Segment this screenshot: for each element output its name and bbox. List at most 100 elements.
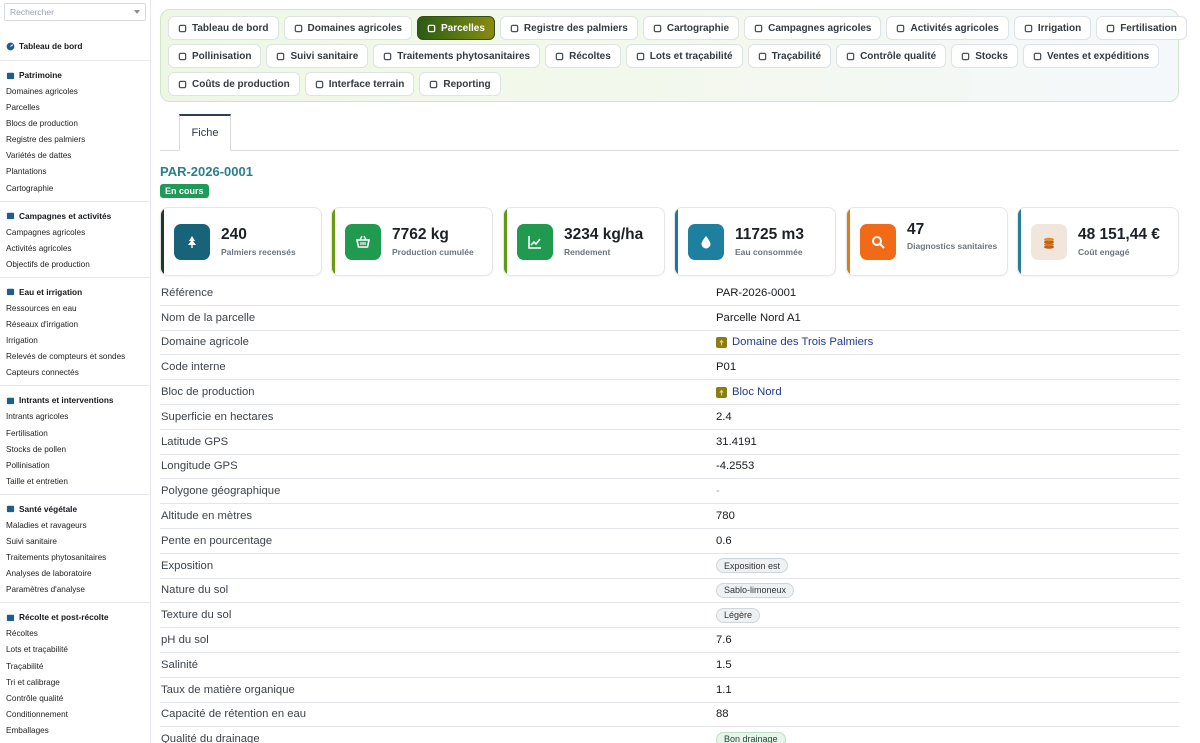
search-placeholder: Rechercher <box>10 7 54 17</box>
sidebar-group-header[interactable]: Santé végétale <box>6 502 144 516</box>
divider <box>0 493 150 495</box>
kpi-value: 48 151,44 € <box>1078 226 1160 243</box>
sidebar-item[interactable]: Paramètres d'analyse <box>6 582 144 598</box>
table-row: Bloc de production Bloc Nord <box>160 380 1179 405</box>
sidebar-item[interactable]: Fertilisation <box>6 426 144 442</box>
sidebar-item[interactable]: Contrôle qualité <box>6 691 144 707</box>
module-label: Contrôle qualité <box>860 50 937 62</box>
link-text[interactable]: Domaine des Trois Palmiers <box>732 336 873 348</box>
sidebar-item[interactable]: Stocks de pollen <box>6 442 144 458</box>
kpi-accent-bar <box>675 208 678 275</box>
sidebar-item[interactable]: Capteurs connectés <box>6 365 144 381</box>
module-button-recoltes[interactable]: Récoltes <box>545 44 621 68</box>
sidebar-item[interactable]: Relevés de compteurs et sondes <box>6 349 144 365</box>
sidebar-item[interactable]: Parcelles <box>6 100 144 116</box>
module-button-traitements-phytosanitaires[interactable]: Traitements phytosanitaires <box>373 44 541 68</box>
module-button-tracabilite[interactable]: Traçabilité <box>747 44 832 68</box>
field-label: Exposition <box>161 559 214 572</box>
sidebar-group-header[interactable]: Campagnes et activités <box>6 209 144 223</box>
module-button-domaines-agricoles[interactable]: Domaines agricoles <box>283 16 412 40</box>
module-button-interface-terrain[interactable]: Interface terrain <box>304 72 415 96</box>
sidebar-group-header[interactable]: Patrimoine <box>6 68 144 82</box>
sidebar-item[interactable]: Emballages <box>6 723 144 739</box>
field-value: 780 <box>716 510 735 523</box>
building-icon <box>6 72 15 79</box>
module-button-activites-agricoles[interactable]: Activités agricoles <box>886 16 1009 40</box>
sidebar-item[interactable]: Activités agricoles <box>6 241 144 257</box>
module-label: Récoltes <box>569 50 611 62</box>
link-text[interactable]: Bloc Nord <box>732 386 782 398</box>
table-row: Latitude GPS 31.4191 <box>160 430 1179 455</box>
module-button-pollinisation[interactable]: Pollinisation <box>168 44 262 68</box>
module-button-tableau-de-bord[interactable]: Tableau de bord <box>168 16 279 40</box>
module-button-ventes-et-expeditions[interactable]: Ventes et expéditions <box>1022 44 1160 68</box>
module-row: Coûts de production Interface terrain Repo… <box>168 72 1178 96</box>
table-row: Superficie en hectares 2.4 <box>160 405 1179 430</box>
kpi-card: 7762 kg Production cumulée <box>331 207 493 276</box>
module-button-campagnes-agricoles[interactable]: Campagnes agricoles <box>744 16 882 40</box>
sidebar-item[interactable]: Traçabilité <box>6 659 144 675</box>
module-button-cartographie[interactable]: Cartographie <box>642 16 740 40</box>
sidebar-item[interactable]: Irrigation <box>6 333 144 349</box>
kpi-value: 240 <box>221 226 247 243</box>
sidebar-item[interactable]: Traitements phytosanitaires <box>6 550 144 566</box>
sidebar-item-tableau-de-bord[interactable]: Tableau de bord <box>0 39 150 53</box>
sidebar-item[interactable]: Ressources en eau <box>6 301 144 317</box>
module-button-lots-et-tracabilite[interactable]: Lots et traçabilité <box>625 44 743 68</box>
field-label: pH du sol <box>161 634 209 647</box>
module-button-irrigation[interactable]: Irrigation <box>1013 16 1092 40</box>
sidebar-item[interactable]: Variétés de dattes <box>6 148 144 164</box>
sidebar-group-header[interactable]: Récolte et post-récolte <box>6 610 144 624</box>
sidebar-item[interactable]: Registre des palmiers <box>6 132 144 148</box>
sidebar-item[interactable]: Maladies et ravageurs <box>6 518 144 534</box>
sidebar-item[interactable]: Taille et entretien <box>6 474 144 490</box>
sidebar-item[interactable]: Objectifs de production <box>6 257 144 273</box>
module-label: Registre des palmiers <box>523 22 628 34</box>
status-badge: En cours <box>160 184 209 198</box>
sidebar-item[interactable]: Récoltes <box>6 626 144 642</box>
phone-icon <box>315 80 324 88</box>
sidebar-item[interactable]: Domaines agricoles <box>6 84 144 100</box>
kpi-accent-bar <box>161 208 164 275</box>
sidebar-item[interactable]: Tri et calibrage <box>6 675 144 691</box>
basket-icon <box>555 52 564 60</box>
sidebar-item[interactable]: Intrants agricoles <box>6 409 144 425</box>
sidebar-group-header[interactable]: Intrants et interventions <box>6 393 144 407</box>
sidebar-item[interactable]: Campagnes agricoles <box>6 225 144 241</box>
field-label: Latitude GPS <box>161 435 229 448</box>
chevron-down-icon[interactable] <box>134 10 140 14</box>
syringe-icon <box>6 397 15 405</box>
field-value: - <box>716 485 720 498</box>
module-button-suivi-sanitaire[interactable]: Suivi sanitaire <box>266 44 369 68</box>
sidebar-item[interactable]: Blocs de production <box>6 116 144 132</box>
field-value: 88 <box>716 708 729 721</box>
tab-fiche[interactable]: Fiche <box>179 114 231 151</box>
sidebar-item[interactable]: Plantations <box>6 164 144 180</box>
sidebar-item[interactable]: Réseaux d'irrigation <box>6 317 144 333</box>
sidebar-item[interactable]: Conditionnement <box>6 707 144 723</box>
dashboard-icon <box>178 24 187 32</box>
module-label: Coûts de production <box>192 78 290 90</box>
field-value-link[interactable]: Bloc Nord <box>716 386 782 398</box>
sidebar-item[interactable]: Pollinisation <box>6 458 144 474</box>
module-button-reporting[interactable]: Reporting <box>419 72 501 96</box>
field-label: Capacité de rétention en eau <box>161 708 307 721</box>
field-label: Polygone géographique <box>161 485 281 498</box>
sidebar-item[interactable]: Analyses de laboratoire <box>6 566 144 582</box>
module-button-controle-qualite[interactable]: Contrôle qualité <box>836 44 947 68</box>
spray-icon <box>383 52 392 60</box>
sidebar-item[interactable]: Lots et traçabilité <box>6 642 144 658</box>
sidebar-item[interactable]: Suivi sanitaire <box>6 534 144 550</box>
field-label: Qualité du drainage <box>161 733 260 743</box>
list-icon <box>897 24 905 32</box>
module-button-parcelles[interactable]: Parcelles <box>416 16 495 40</box>
module-button-couts-de-production[interactable]: Coûts de production <box>168 72 300 96</box>
sidebar-item[interactable]: Cartographie <box>6 181 144 197</box>
module-button-fertilisation[interactable]: Fertilisation <box>1096 16 1187 40</box>
sidebar-group-header[interactable]: Eau et irrigation <box>6 285 144 299</box>
kpi-label: Palmiers recensés <box>221 247 296 257</box>
module-button-registre-des-palmiers[interactable]: Registre des palmiers <box>499 16 638 40</box>
module-button-stocks[interactable]: Stocks <box>951 44 1018 68</box>
field-value-link[interactable]: Domaine des Trois Palmiers <box>716 336 873 348</box>
search-input[interactable]: Rechercher <box>4 3 146 21</box>
